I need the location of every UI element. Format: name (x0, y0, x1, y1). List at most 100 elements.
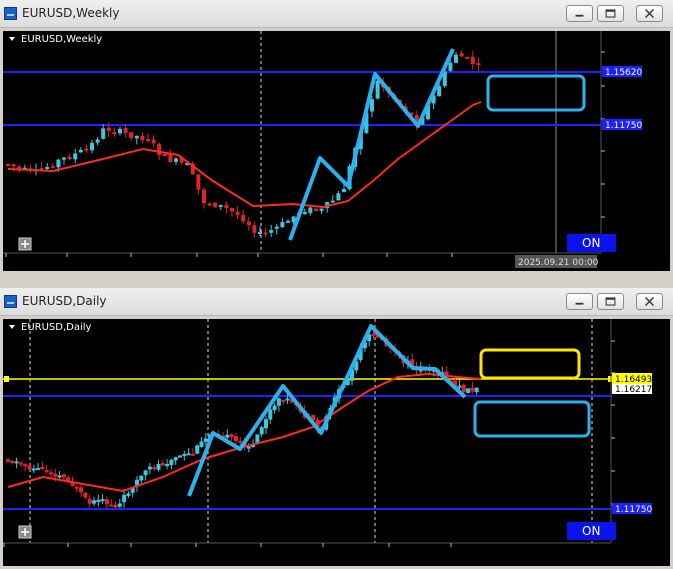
candle-body (281, 399, 286, 402)
candle-body (143, 470, 148, 476)
candle-body (235, 211, 240, 216)
candle-body (182, 454, 187, 457)
candle-body (140, 135, 145, 141)
candle-body (18, 462, 23, 465)
daily-chart-canvas[interactable]: EURUSD,Daily 1.16493 1.16217 1.11750 ON (3, 319, 670, 566)
candle-body (84, 148, 89, 151)
candle-body (199, 441, 204, 447)
candle-body (448, 62, 453, 71)
candle-body (202, 189, 206, 203)
candle-body (174, 158, 178, 162)
candle-body (23, 464, 28, 467)
weekly-chart-canvas[interactable]: EURUSD,Weekly 1.15620 1.11750 2025.09.21 0… (3, 31, 670, 271)
bid-price-text: 1.16217 (615, 385, 652, 395)
on-badge-text: ON (582, 524, 600, 538)
minimize-button[interactable] (566, 293, 593, 310)
candle-body (375, 81, 380, 99)
candle-body (224, 204, 229, 209)
candle-body (330, 200, 335, 203)
candle-body (173, 457, 178, 461)
candle-body (78, 149, 83, 153)
window-title: EURUSD,Daily (22, 294, 107, 308)
candle-body (218, 204, 223, 207)
candle-body (459, 53, 464, 57)
candle-body (44, 470, 49, 473)
candle-body (31, 468, 36, 471)
candle-body (225, 434, 230, 438)
candle-body (371, 333, 376, 336)
restore-button[interactable] (597, 293, 624, 310)
candle-body (92, 500, 96, 504)
candle-body (123, 127, 128, 133)
candle-body (83, 492, 88, 498)
candle-body (53, 473, 58, 477)
candle-body (14, 461, 19, 464)
candle-body (264, 419, 268, 429)
candle-body (241, 214, 246, 222)
candle-body (319, 208, 324, 211)
candle-body (45, 166, 50, 169)
window-title: EURUSD,Weekly (22, 6, 120, 20)
chart-symbol-label: EURUSD,Weekly (21, 34, 102, 45)
price-tag-lower-text: 1.11750 (615, 505, 652, 515)
candle-body (437, 86, 442, 97)
candle-body (286, 220, 290, 223)
minimize-icon (575, 14, 584, 17)
candle-body (314, 208, 318, 211)
daily-title-bar[interactable]: EURUSD,Daily (0, 288, 673, 316)
candle-body (40, 466, 45, 470)
chart-symbol-label: EURUSD,Daily (21, 322, 92, 333)
on-badge-text: ON (582, 236, 600, 250)
candle-body (100, 499, 105, 502)
candle-body (229, 434, 234, 438)
close-button[interactable] (636, 293, 663, 310)
daily-chart-svg: EURUSD,Daily 1.164931.16217 1.11750 ON (3, 319, 670, 566)
chart-window-icon (4, 295, 17, 308)
candle-body (147, 466, 152, 470)
candle-body (95, 139, 100, 143)
candle-body (117, 503, 122, 507)
candle-body (178, 455, 182, 458)
weekly-chart-svg: EURUSD,Weekly 1.15620 1.11750 2025.09.21 0… (3, 31, 670, 271)
minimize-button[interactable] (566, 5, 593, 22)
restore-button[interactable] (597, 5, 624, 22)
close-button[interactable] (636, 5, 663, 22)
weekly-title-bar[interactable]: EURUSD,Weekly (0, 0, 673, 28)
candle-body (308, 207, 313, 214)
candle-body (336, 193, 341, 201)
candle-body (17, 166, 22, 169)
crosshair-time-text: 2025.09.21 00:00 (518, 258, 599, 268)
candle-body (190, 453, 195, 456)
candle-body (233, 436, 238, 441)
candle-body (203, 438, 208, 442)
candle-body (268, 409, 273, 420)
candle-body (230, 208, 234, 212)
candle-body (280, 221, 285, 228)
candle-body (274, 226, 279, 229)
current-price-text: 1.16493 (615, 375, 652, 385)
current-price-marker-left (4, 376, 9, 382)
candle-body (454, 54, 458, 63)
candle-body (134, 135, 139, 139)
candle-body (79, 487, 84, 493)
candle-body (213, 202, 218, 208)
candle-body (165, 463, 170, 466)
candle-body (36, 468, 41, 471)
restore-icon (605, 297, 616, 306)
candle-body (67, 156, 72, 160)
candle-body (157, 143, 162, 156)
chart-window-icon (4, 7, 17, 20)
candle-body (195, 445, 200, 454)
candle-body (90, 142, 94, 151)
candle-body (285, 398, 290, 401)
candle-body (106, 127, 111, 131)
candle-body (152, 467, 157, 470)
candle-body (73, 153, 78, 160)
candle-body (104, 499, 109, 505)
candle-body (87, 498, 92, 504)
candle-body (112, 132, 117, 135)
candle-body (61, 474, 66, 478)
candle-body (370, 99, 374, 112)
price-tag-upper-text: 1.15620 (605, 68, 642, 78)
candle-body (466, 388, 471, 394)
